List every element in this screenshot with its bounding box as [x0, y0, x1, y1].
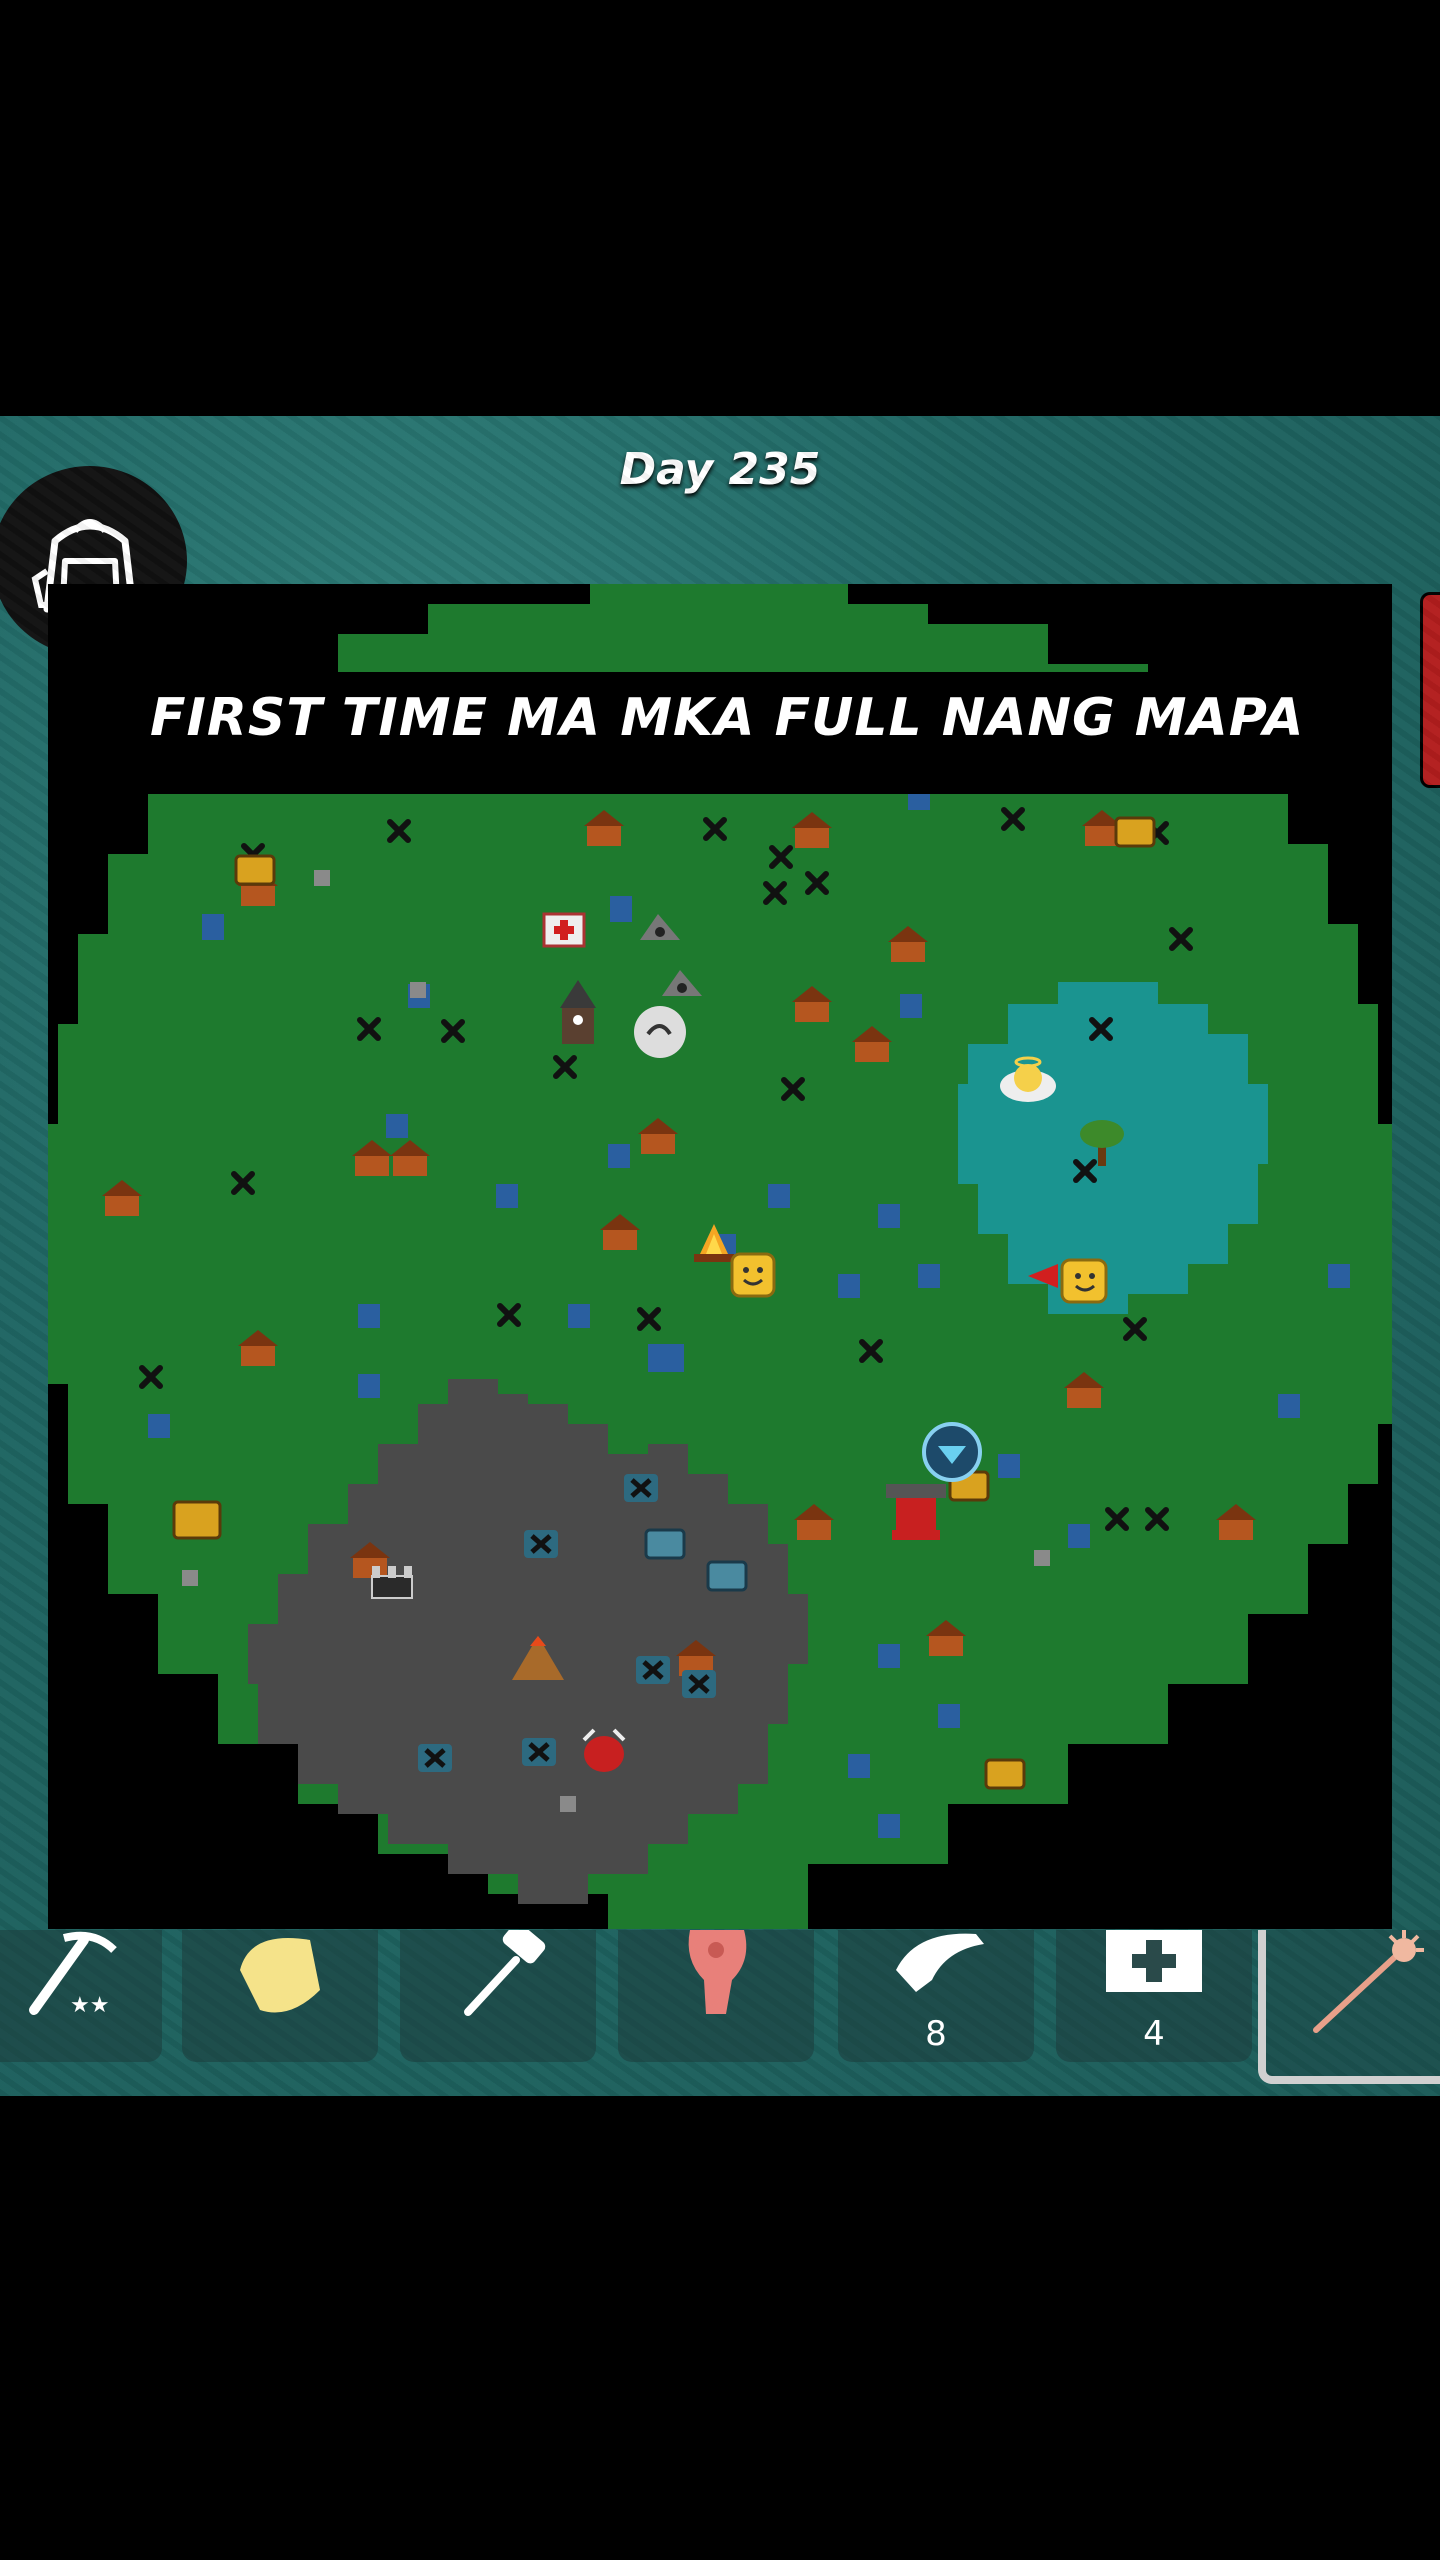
- hospital-icon: [542, 912, 586, 948]
- portal-icon: [922, 1422, 982, 1482]
- crystal-icon: [624, 1474, 658, 1502]
- medkit-icon: [1106, 1930, 1202, 1992]
- day-counter: Day 235: [619, 444, 821, 495]
- chest-icon: [644, 1528, 686, 1560]
- chest-icon: [706, 1560, 748, 1592]
- bandage-icon: [896, 1933, 984, 1992]
- hotbar-slot-6[interactable]: 4: [1056, 1930, 1252, 2062]
- crystal-icon: [522, 1738, 556, 1766]
- hotbar-slot-4[interactable]: [618, 1930, 814, 2062]
- hotbar-slot-7[interactable]: [1258, 1930, 1440, 2084]
- meat-icon: [688, 1930, 747, 2014]
- crystal-icon: [682, 1670, 716, 1698]
- spiked-staff-icon: [1313, 1930, 1424, 2033]
- skull-icon: [634, 1006, 686, 1058]
- chest-icon: [234, 854, 276, 886]
- crystal-icon: [524, 1530, 558, 1558]
- helmet-icon: [240, 1938, 320, 2013]
- side-tab[interactable]: [1420, 592, 1440, 788]
- hotbar: ★★ 8 4: [0, 1930, 1440, 2084]
- chest-icon: [1114, 816, 1156, 848]
- boss-icon: [582, 1728, 626, 1772]
- hotbar-slot-3[interactable]: [400, 1930, 596, 2062]
- hotbar-slot-1[interactable]: ★★: [0, 1930, 162, 2062]
- crystal-icon: [418, 1744, 452, 1772]
- chest-icon: [984, 1758, 1026, 1790]
- hammer-icon: [464, 1930, 546, 2016]
- player-marker-icon: [730, 1252, 776, 1298]
- slot-count: 8: [925, 2014, 947, 2054]
- svg-text:★★: ★★: [70, 1993, 109, 2018]
- hotbar-slot-2[interactable]: [182, 1930, 378, 2062]
- castle-icon: [371, 1566, 413, 1599]
- pickaxe-icon: ★★: [29, 1931, 117, 2018]
- slot-count: 4: [1143, 2014, 1165, 2054]
- crystal-icon: [636, 1656, 670, 1684]
- hotbar-slot-5[interactable]: 8: [838, 1930, 1034, 2062]
- chest-icon: [172, 1500, 222, 1540]
- video-caption: FIRST TIME MA MKA FULL NANG MAPA: [150, 688, 1305, 748]
